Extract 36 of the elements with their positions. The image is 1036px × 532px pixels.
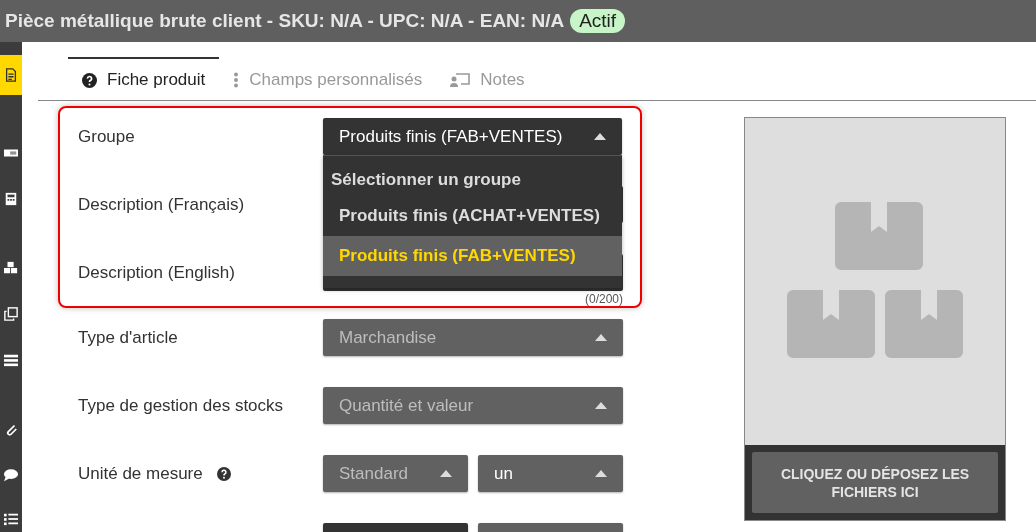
window-title: Pièce métallique brute client - SKU: N/A - UPC: N/A - EAN: N/A bbox=[5, 10, 565, 32]
menu-option[interactable]: Produits finis (FAB+VENTES) bbox=[323, 236, 622, 276]
menu-option[interactable]: Produits finis (ACHAT+VENTES) bbox=[323, 196, 622, 236]
vertical-dots-icon bbox=[233, 72, 240, 88]
document-icon bbox=[4, 68, 18, 82]
caret-up-icon bbox=[595, 470, 607, 477]
upload-button[interactable]: CLIQUEZ OU DÉPOSEZ LES FICHIERS ICI bbox=[752, 452, 998, 513]
select-field[interactable]: un bbox=[478, 455, 623, 492]
copy-icon bbox=[4, 307, 18, 321]
character-counter: (0/200) bbox=[584, 292, 623, 306]
help-icon bbox=[82, 72, 97, 88]
caret-up-icon bbox=[440, 470, 452, 477]
tab[interactable]: Notes bbox=[436, 57, 539, 101]
field-label: Groupe bbox=[78, 126, 136, 148]
field-label: Type de gestion des stocks bbox=[78, 395, 284, 417]
field-label: Unité de mesure bbox=[78, 463, 203, 485]
caret-up-icon bbox=[595, 402, 607, 409]
cubes-icon bbox=[4, 261, 18, 275]
tab[interactable]: Champs personnalisés bbox=[219, 57, 437, 101]
speech-bubble-icon bbox=[4, 468, 18, 482]
menu-group-header: Sélectionner un groupe bbox=[330, 169, 522, 191]
person-board-icon bbox=[450, 72, 471, 88]
field-label: Description (English) bbox=[78, 262, 236, 284]
select-field[interactable]: Produits finis (FAB+VENTES) bbox=[323, 118, 622, 155]
tab[interactable]: Fiche produit bbox=[68, 57, 220, 101]
server-icon bbox=[4, 353, 18, 367]
field-label: Type d'article bbox=[78, 327, 178, 349]
caret-up-icon bbox=[595, 334, 607, 341]
status-badge: Actif bbox=[570, 9, 626, 33]
help-icon[interactable] bbox=[216, 466, 231, 481]
sidebar-item[interactable] bbox=[0, 55, 22, 95]
caret-up-icon bbox=[594, 133, 606, 140]
paperclip-icon bbox=[4, 422, 18, 436]
calculator-icon bbox=[4, 192, 18, 206]
list-icon bbox=[4, 512, 18, 526]
field-label: Description (Français) bbox=[78, 194, 246, 216]
